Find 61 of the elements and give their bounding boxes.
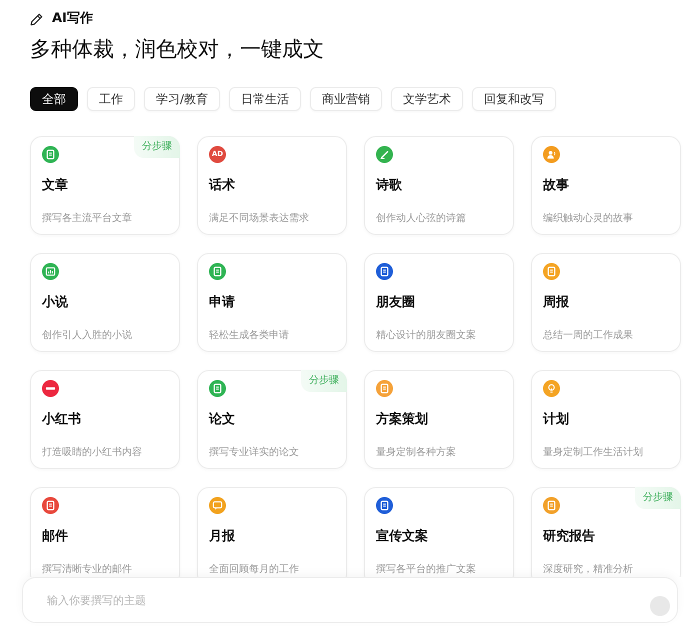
- headline: 多种体裁，润色校对，一键成文: [30, 36, 325, 63]
- genre-card[interactable]: 研究报告 深度研究，精准分析 分步骤: [531, 487, 681, 577]
- card-title: 文章: [42, 177, 69, 195]
- category-tab[interactable]: 日常生活: [229, 87, 302, 111]
- card-description: 全面回顾每月的工作: [209, 563, 300, 577]
- genre-card[interactable]: 小红书 打造吸睛的小红书内容: [30, 370, 180, 469]
- card-title: 申请: [209, 294, 236, 312]
- card-title: 话术: [209, 177, 236, 195]
- card-description: 量身定制各种方案: [376, 446, 457, 460]
- genre-card[interactable]: 诗歌 创作动人心弦的诗篇: [364, 136, 514, 235]
- category-tab[interactable]: 商业营销: [310, 87, 382, 111]
- step-badge: 分步骤: [635, 487, 681, 509]
- card-description: 编织触动心灵的故事: [543, 212, 634, 226]
- genre-card[interactable]: 申请 轻松生成各类申请: [197, 253, 347, 352]
- card-description: 撰写清晰专业的邮件: [42, 563, 133, 577]
- genre-card[interactable]: 月报 全面回顾每月的工作: [197, 487, 347, 577]
- card-description: 总结一周的工作成果: [543, 329, 634, 343]
- step-badge: 分步骤: [134, 136, 180, 158]
- card-title: 小说: [42, 294, 69, 312]
- card-title: 小红书: [42, 411, 82, 429]
- category-tab[interactable]: 全部: [30, 87, 78, 111]
- step-badge: 分步骤: [301, 370, 347, 392]
- genre-card[interactable]: 周报 总结一周的工作成果: [531, 253, 681, 352]
- card-title: 邮件: [42, 528, 69, 546]
- card-title: 论文: [209, 411, 236, 429]
- pencil-icon: [30, 12, 43, 26]
- category-tab[interactable]: 学习/教育: [144, 87, 220, 111]
- app-name: AI写作: [52, 10, 93, 28]
- card-title: 朋友圈: [376, 294, 416, 312]
- card-description: 量身定制工作生活计划: [543, 446, 644, 460]
- genre-card[interactable]: 论文 撰写专业详实的论文 分步骤: [197, 370, 347, 469]
- card-description: 创作引人入胜的小说: [42, 329, 133, 343]
- card-title: 故事: [543, 177, 570, 195]
- genre-card[interactable]: 邮件 撰写清晰专业的邮件: [30, 487, 180, 577]
- card-title: 诗歌: [376, 177, 403, 195]
- card-description: 撰写各主流平台文章: [42, 212, 133, 226]
- genre-card[interactable]: 小说 创作引人入胜的小说: [30, 253, 180, 352]
- card-description: 满足不同场景表达需求: [209, 212, 310, 226]
- card-description: 撰写专业详实的论文: [209, 446, 300, 460]
- category-tab[interactable]: 回复和改写: [472, 87, 556, 111]
- card-title: 研究报告: [543, 528, 596, 546]
- genre-card[interactable]: 方案策划 量身定制各种方案: [364, 370, 514, 469]
- category-tab[interactable]: 工作: [87, 87, 135, 111]
- genre-card[interactable]: 计划 量身定制工作生活计划: [531, 370, 681, 469]
- card-title: 月报: [209, 528, 236, 546]
- genre-card[interactable]: 宣传文案 撰写各平台的推广文案: [364, 487, 514, 577]
- genre-card[interactable]: 文章 撰写各主流平台文章 分步骤: [30, 136, 180, 235]
- card-title: 宣传文案: [376, 528, 429, 546]
- card-description: 打造吸睛的小红书内容: [42, 446, 143, 460]
- category-tab[interactable]: 文学艺术: [391, 87, 464, 111]
- card-title: 周报: [543, 294, 570, 312]
- genre-card[interactable]: 朋友圈 精心设计的朋友圈文案: [364, 253, 514, 352]
- card-description: 撰写各平台的推广文案: [376, 563, 477, 577]
- card-description: 轻松生成各类申请: [209, 329, 290, 343]
- card-description: 深度研究，精准分析: [543, 563, 634, 577]
- card-description: 创作动人心弦的诗篇: [376, 212, 467, 226]
- card-title: 方案策划: [376, 411, 429, 429]
- card-description: 精心设计的朋友圈文案: [376, 329, 477, 343]
- topic-input[interactable]: 输入你要撰写的主题: [22, 577, 678, 623]
- genre-card[interactable]: 故事 编织触动心灵的故事: [531, 136, 681, 235]
- card-title: 计划: [543, 411, 570, 429]
